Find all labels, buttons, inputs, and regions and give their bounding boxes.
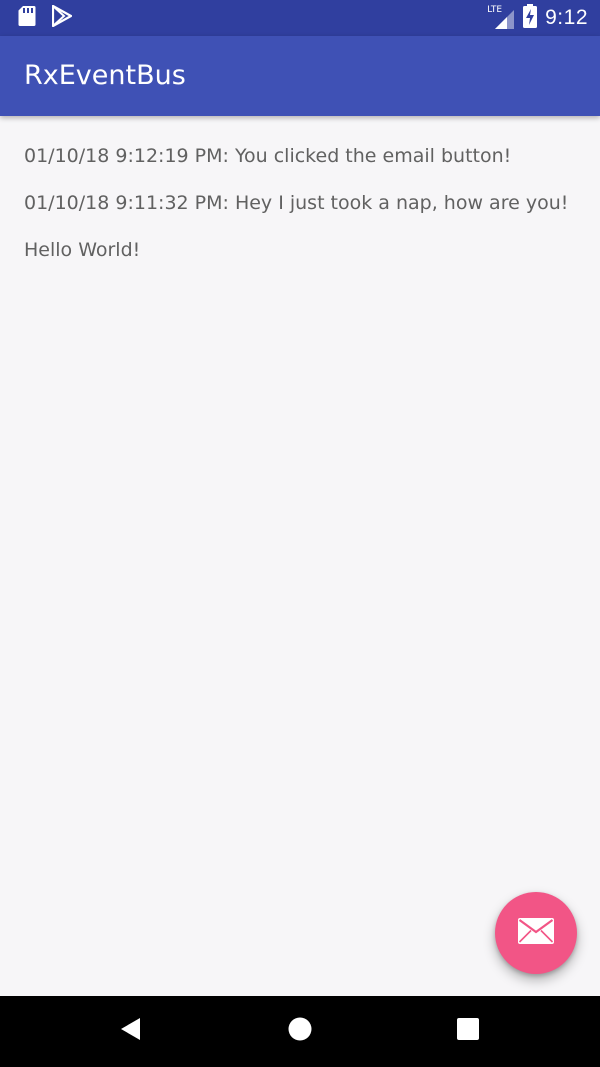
home-button[interactable] <box>260 996 340 1067</box>
status-bar: LTE 9:12 <box>0 0 600 36</box>
recents-button[interactable] <box>428 996 508 1067</box>
status-time: 9:12 <box>545 6 588 29</box>
message-text: Hello World! <box>24 239 141 261</box>
message-list: 01/10/18 9:12:19 PM: You clicked the ema… <box>0 116 600 996</box>
back-icon <box>118 1016 142 1047</box>
email-icon <box>518 917 554 949</box>
status-right-icons: LTE 9:12 <box>487 0 588 36</box>
recents-icon <box>457 1018 479 1045</box>
play-store-icon <box>51 4 73 32</box>
navigation-bar <box>0 996 600 1067</box>
message-text: 01/10/18 9:12:19 PM: You clicked the ema… <box>24 145 512 167</box>
message-text: 01/10/18 9:11:32 PM: Hey I just took a n… <box>24 192 569 214</box>
battery-charging-icon <box>523 3 538 33</box>
home-icon <box>288 1017 312 1046</box>
signal-icon: LTE <box>487 5 515 30</box>
back-button[interactable] <box>90 996 170 1067</box>
email-fab-button[interactable] <box>495 892 577 974</box>
app-bar: RxEventBus <box>0 36 600 116</box>
status-left-icons <box>18 4 73 32</box>
sd-card-icon <box>18 5 36 32</box>
app-title: RxEventBus <box>24 60 186 91</box>
